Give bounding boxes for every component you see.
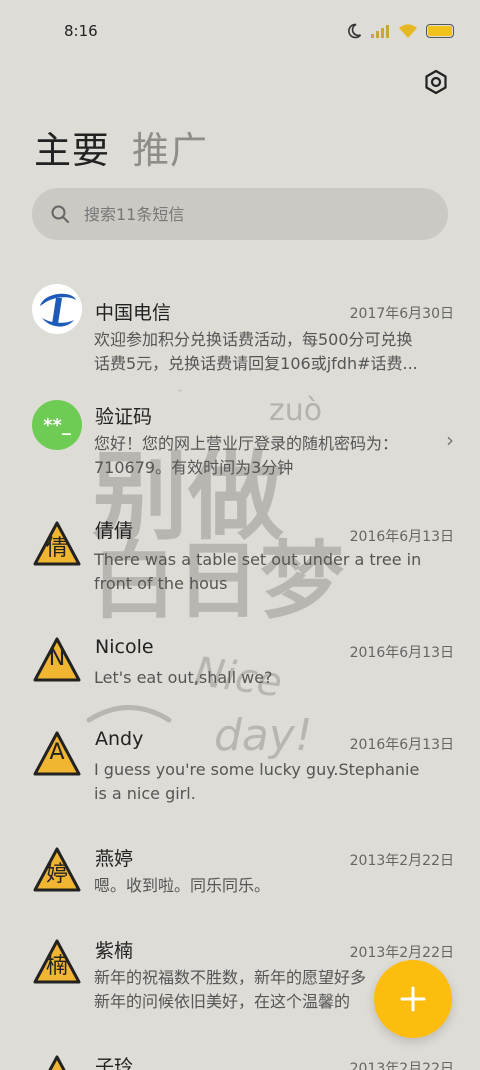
preview-line: Let's eat out,shall we?: [94, 668, 273, 687]
preview-line: 新年的问候依旧美好，在这个温馨的: [94, 992, 351, 1011]
avatar-initial: 楠: [45, 954, 68, 979]
avatar-initial: 婷: [45, 862, 68, 887]
contact-name: 子玲: [95, 1056, 134, 1070]
china-telecom-logo-icon: [32, 284, 82, 334]
moon-icon: [346, 23, 362, 39]
plus-icon: [400, 986, 426, 1012]
message-preview: 嗯。收到啦。同乐同乐。: [94, 874, 446, 898]
status-icons: [346, 21, 454, 41]
message-date: 2013年2月22日: [349, 1061, 454, 1070]
contact-name: 燕婷: [95, 848, 134, 870]
tab-primary[interactable]: 主要: [34, 120, 110, 174]
avatar-initial: N: [48, 646, 66, 671]
contact-name: 倩倩: [95, 520, 134, 542]
preview-line: 新年的祝福数不胜数，新年的愿望好多: [94, 968, 367, 987]
message-date: 2016年6月13日: [349, 645, 454, 661]
message-date: 2013年2月22日: [349, 853, 454, 869]
new-message-button[interactable]: [374, 960, 452, 1038]
preview-line: 话费5元，兑换话费请回复106或jfdh#话费...: [94, 354, 418, 373]
preview-line: is a nice girl.: [94, 784, 196, 803]
avatar: N: [32, 634, 82, 684]
conversation-item[interactable]: 中国电信 2017年6月30日 欢迎参加积分兑换话费活动，每500分可兑换 话费…: [0, 282, 480, 382]
preview-line: 710679。有效时间为3分钟: [94, 458, 294, 477]
message-date: 2017年6月30日: [349, 306, 454, 322]
search-input[interactable]: [82, 203, 406, 225]
settings-button[interactable]: [422, 68, 450, 96]
preview-line: 欢迎参加积分兑换话费活动，每500分可兑换: [94, 330, 413, 349]
contact-name: 验证码: [95, 406, 153, 428]
status-bar: 8:16: [0, 0, 480, 62]
preview-line: 嗯。收到啦。同乐同乐。: [94, 876, 271, 895]
conversation-item[interactable]: 倩 倩倩 2016年6月13日 There was a table set ou…: [0, 516, 480, 616]
avatar: 倩: [32, 518, 82, 568]
preview-line: I guess you're some lucky guy.Stephanie: [94, 760, 420, 779]
search-bar[interactable]: [32, 188, 448, 240]
chevron-right-icon: ›: [446, 428, 454, 452]
contact-name: Nicole: [95, 636, 154, 658]
avatar: 玲: [32, 1052, 82, 1070]
search-icon: [50, 204, 70, 224]
conversation-item[interactable]: 婷 燕婷 2013年2月22日 嗯。收到啦。同乐同乐。: [0, 842, 480, 922]
conversation-item[interactable]: A Andy 2016年6月13日 I guess you're some lu…: [0, 726, 480, 826]
contact-name: 中国电信: [95, 302, 172, 324]
avatar: 婷: [32, 844, 82, 894]
wifi-icon: [398, 23, 418, 39]
avatar: A: [32, 728, 82, 778]
signal-icon: [370, 23, 390, 39]
message-preview: 新年的祝福数不胜数，新年的愿望好多 新年的问候依旧美好，在这个温馨的: [94, 966, 384, 1014]
message-date: 2013年2月22日: [349, 945, 454, 961]
message-preview: There was a table set out under a tree i…: [94, 548, 446, 596]
settings-icon: [425, 69, 447, 95]
conversation-item[interactable]: **_ 验证码 › 您好！您的网上营业厅登录的随机密码为： 710679。有效时…: [0, 398, 480, 498]
tab-promotions[interactable]: 推广: [132, 120, 208, 174]
contact-name: 紫楠: [95, 940, 134, 962]
conversation-item[interactable]: 玲 子玲 2013年2月22日: [0, 1050, 480, 1070]
preview-line: front of the hous: [94, 574, 228, 593]
message-preview: I guess you're some lucky guy.Stephanie …: [94, 758, 446, 806]
preview-line: 您好！您的网上营业厅登录的随机密码为：: [94, 434, 399, 453]
avatar-initial: 玲: [32, 1064, 82, 1070]
status-time: 8:16: [64, 22, 98, 40]
contact-name: Andy: [95, 728, 144, 750]
preview-line: There was a table set out under a tree i…: [94, 550, 422, 569]
message-date: 2016年6月13日: [349, 737, 454, 753]
tab-bar: 主要 推广: [34, 120, 208, 174]
avatar: **_: [32, 400, 82, 450]
conversation-item[interactable]: N Nicole 2016年6月13日 Let's eat out,shall …: [0, 632, 480, 712]
message-date: 2016年6月13日: [349, 529, 454, 545]
avatar: 楠: [32, 936, 82, 986]
battery-icon: [426, 24, 454, 38]
avatar-initial: A: [49, 740, 65, 765]
message-preview: 欢迎参加积分兑换话费活动，每500分可兑换 话费5元，兑换话费请回复106或jf…: [94, 328, 446, 376]
message-preview: 您好！您的网上营业厅登录的随机密码为： 710679。有效时间为3分钟: [94, 432, 446, 480]
message-preview: Let's eat out,shall we?: [94, 666, 446, 690]
avatar-initial: 倩: [45, 536, 68, 561]
